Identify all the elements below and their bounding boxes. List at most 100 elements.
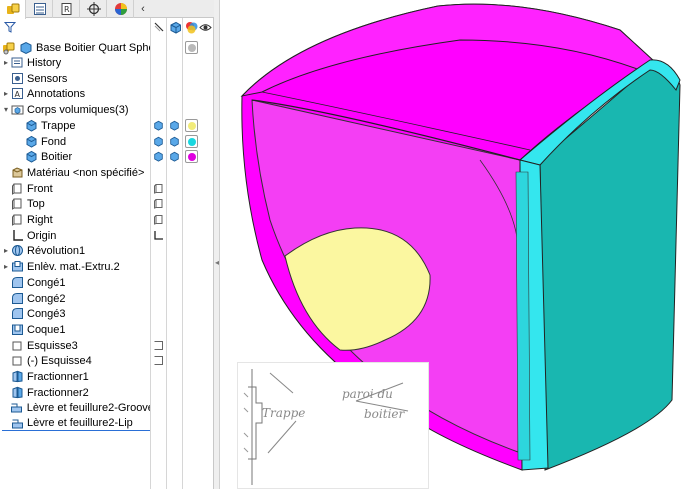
plane-marker-icon[interactable] [152, 213, 164, 225]
tree-item[interactable]: Lèvre et feuillure2-Groove [2, 400, 150, 415]
tree-item[interactable]: Congé2 [2, 291, 150, 306]
splitter-grip-icon[interactable]: ◂ [215, 258, 219, 267]
body-display-icon[interactable] [168, 135, 180, 147]
tree-item[interactable]: (-) Esquisse4 [2, 353, 150, 368]
body-display-column-icon[interactable] [168, 20, 182, 34]
appearance-column-icon[interactable] [184, 20, 198, 34]
tree-item[interactable]: ▸ A Annotations [2, 86, 150, 101]
tree-item-label: Sensors [27, 72, 68, 85]
tree-item[interactable]: Esquisse3 [2, 338, 150, 353]
tab-property-manager[interactable] [27, 0, 53, 18]
origin-marker-icon[interactable] [152, 229, 164, 241]
tree-item[interactable]: Boitier [16, 149, 148, 164]
plane-marker-icon[interactable] [152, 197, 164, 209]
appearance-swatch[interactable] [185, 119, 198, 132]
fillet-icon [10, 292, 24, 306]
tree-item[interactable]: Fractionner1 [2, 369, 150, 384]
revolve-icon [10, 244, 24, 258]
expand-arrow-icon[interactable]: ▸ [2, 262, 10, 271]
tab-dimxpert-manager[interactable] [81, 0, 107, 18]
tree-item[interactable]: Trappe [16, 118, 148, 133]
fillet-icon [10, 276, 24, 290]
sensor-icon [10, 72, 24, 86]
cut-extrude-icon [10, 260, 24, 274]
tree-item[interactable]: Front [2, 181, 150, 196]
tree-item[interactable]: ▸ History [2, 55, 150, 70]
tree-item[interactable]: Fractionner2 [2, 385, 150, 400]
tree-item[interactable]: Right [2, 212, 150, 227]
body-display-icon[interactable] [168, 119, 180, 131]
svg-text:R: R [64, 5, 70, 14]
tree-item-label: Lèvre et feuillure2-Lip [27, 417, 133, 429]
origin-icon [10, 229, 24, 243]
expand-arrow-icon[interactable]: ▸ [2, 58, 10, 67]
relations-column-icon[interactable] [152, 20, 166, 34]
sketch-label-boitier: boitier [364, 407, 405, 421]
tree-item-label: Coque1 [27, 323, 66, 336]
body-relation-icon[interactable] [152, 119, 164, 131]
tree-item[interactable]: Lèvre et feuillure2-Lip [2, 416, 150, 431]
shell-icon [10, 323, 24, 337]
expand-arrow-icon[interactable]: ▸ [2, 89, 10, 98]
tree-item-label: Right [27, 213, 53, 226]
tree-item[interactable]: Congé1 [2, 275, 150, 290]
annotations-icon: A [10, 87, 24, 101]
tree-item[interactable]: Matériau <non spécifié> [2, 165, 150, 180]
tree-item[interactable]: Coque1 [2, 322, 150, 337]
eye-icon[interactable] [198, 20, 212, 34]
tree-root-part[interactable]: Base Boitier Quart Sphère ( [2, 40, 150, 55]
panel-splitter[interactable] [214, 0, 220, 489]
solid-body-icon [24, 150, 38, 164]
tab-configuration-manager[interactable]: R [54, 0, 80, 18]
crosshair-icon [86, 2, 101, 16]
solid-bodies-folder-icon [10, 103, 24, 117]
appearance-swatch[interactable] [185, 135, 198, 148]
tree-item-label: Fractionner1 [27, 370, 89, 383]
fillet-icon [10, 307, 24, 321]
sketch-label-paroi: paroi du [342, 387, 393, 401]
sketch-marker-icon[interactable] [152, 339, 164, 351]
tab-display-manager[interactable] [108, 0, 134, 18]
tree-item[interactable]: Top [2, 196, 150, 211]
tree-item-label: Congé3 [27, 307, 66, 320]
filter-icon[interactable] [3, 21, 17, 36]
tree-item-label: History [27, 56, 62, 69]
expand-arrow-icon[interactable]: ▾ [2, 105, 10, 114]
tree-item[interactable]: ▾ Corps volumiques(3) [2, 102, 150, 117]
body-relation-icon[interactable] [152, 135, 164, 147]
column-separator [182, 18, 183, 489]
tree-item-label: Front [27, 182, 53, 195]
tree-item[interactable]: Origin [2, 228, 150, 243]
tab-feature-manager[interactable] [0, 0, 26, 19]
plane-icon [10, 197, 24, 211]
expand-arrow-icon[interactable]: ▸ [2, 246, 10, 255]
configuration-icon: R [61, 3, 71, 15]
body-display-icon[interactable] [168, 150, 180, 162]
collapse-arrow-icon[interactable]: ‹ [136, 0, 150, 18]
property-list-icon [33, 3, 46, 15]
appearance-swatch[interactable] [185, 150, 198, 163]
column-separator [150, 18, 151, 489]
tree-item-label: Enlèv. mat.-Extru.2 [27, 260, 120, 273]
manager-tab-bar: R ‹ [0, 0, 214, 19]
sketch-drawing [243, 369, 409, 485]
plane-marker-icon[interactable] [152, 182, 164, 194]
tree-item-label: Top [27, 197, 45, 210]
tree-item[interactable]: ▸ Enlèv. mat.-Extru.2 [2, 259, 150, 274]
split-icon [10, 370, 24, 384]
lip-groove-icon [10, 416, 24, 430]
body-relation-icon[interactable] [152, 150, 164, 162]
svg-text:A: A [14, 90, 20, 99]
feature-tree-icon [6, 3, 19, 14]
solid-body-icon [24, 135, 38, 149]
tree-root-label: Base Boitier Quart Sphère ( [36, 41, 150, 54]
tree-item[interactable]: ▸ Révolution1 [2, 243, 150, 258]
tree-item[interactable]: Fond [16, 134, 148, 149]
tree-item[interactable]: Sensors [2, 71, 150, 86]
appearance-pie-icon [114, 3, 127, 15]
part-icon [2, 41, 16, 55]
tree-item[interactable]: Congé3 [2, 306, 150, 321]
tree-item-label: Lèvre et feuillure2-Groove [26, 401, 150, 414]
root-appearance-swatch[interactable] [185, 41, 198, 54]
sketch-marker-icon[interactable] [152, 354, 164, 366]
